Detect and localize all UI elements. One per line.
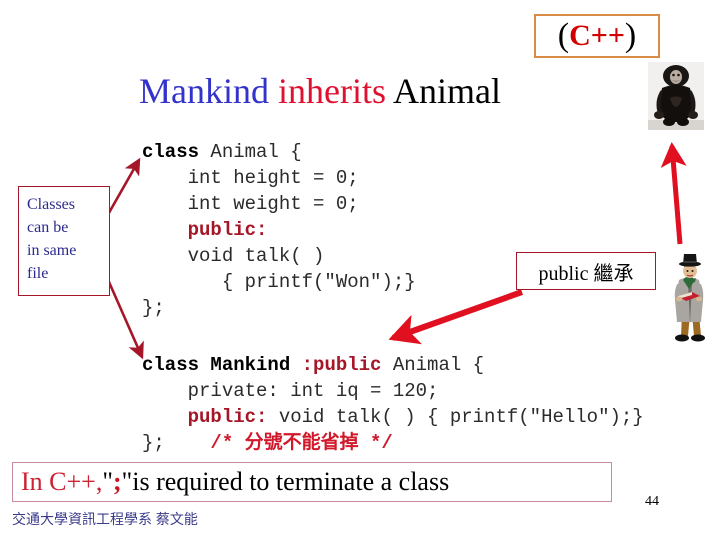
arrow-classes-to-animal (104, 157, 141, 219)
title-word-mankind: Mankind (139, 71, 269, 111)
callout-public-inheritance: public 繼承 (516, 252, 656, 290)
callout-line: can be (27, 219, 69, 236)
title-word-animal: Animal (393, 71, 501, 111)
code-animal-printf: { printf("Won");} (142, 271, 416, 293)
code-block-animal: class Animal { int height = 0; int weigh… (142, 139, 416, 321)
banner-quote-open: " (102, 467, 113, 496)
code-mankind-talk: void talk( ) { printf("Hello");} (267, 406, 644, 428)
code-animal-talk: void talk( ) (142, 245, 325, 267)
callout-line: file (27, 265, 49, 282)
cpp-label: C++ (569, 19, 625, 52)
banner-part-1: In C++, (21, 467, 103, 496)
code-keyword-class-mankind: class Mankind (142, 354, 291, 376)
code-keyword-class: class (142, 141, 200, 163)
banner-semicolon: ; (112, 467, 122, 496)
code-animal-height: int height = 0; (142, 167, 359, 189)
title-word-inherits: inherits (278, 71, 386, 111)
code-mankind-public: public: (142, 406, 268, 428)
code-mankind-comment: /* 分號不能省掉 */ (164, 432, 393, 454)
callout-classes-same-file: Classes can be in same file (18, 186, 110, 296)
code-public-specifier: :public (290, 354, 382, 376)
cpp-open-paren: ( (557, 17, 570, 54)
callout-line: in same (27, 242, 77, 259)
code-block-mankind: class Mankind :public Animal { private: … (142, 352, 644, 456)
arrow-classes-to-mankind (107, 281, 144, 360)
code-mankind-private: private: int iq = 120; (142, 380, 439, 402)
code-animal-close: }; (142, 297, 165, 319)
banner-part-2: is required to terminate a class (132, 467, 450, 496)
arrow-gentleman-to-gorilla (660, 142, 687, 245)
code-animal-weight: int weight = 0; (142, 193, 359, 215)
cpp-close-paren: ) (624, 17, 637, 54)
banner-quote-close: " (121, 467, 133, 496)
gentleman-illustration (666, 252, 712, 344)
footer-text: 交通大學資訊工程學系 蔡文能 (12, 511, 198, 527)
callout-line: Classes (27, 196, 75, 213)
page-number: 44 (645, 494, 659, 509)
code-base-animal: Animal { (381, 354, 485, 376)
cpp-badge: (C++) (534, 14, 660, 58)
page-title: Mankind inherits Animal (0, 71, 640, 112)
code-mankind-close: }; (142, 432, 165, 454)
code-animal-decl: Animal { (199, 141, 302, 163)
callout-public-label: public 繼承 (538, 262, 634, 285)
bottom-banner: In C++, "; " is required to terminate a c… (12, 462, 612, 502)
code-animal-public: public: (142, 219, 268, 241)
gorilla-photo (648, 62, 704, 130)
